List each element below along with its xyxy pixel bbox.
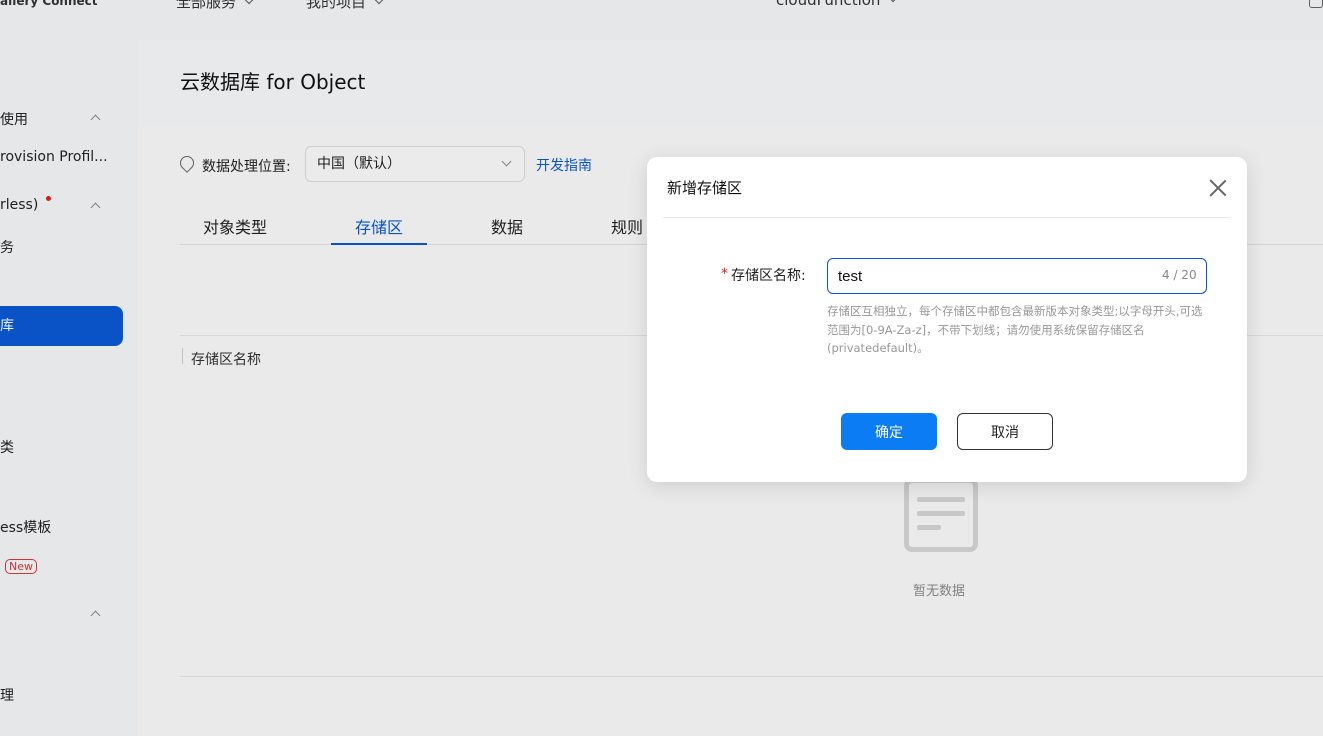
dialog-title: 新增存储区: [667, 179, 743, 197]
zone-name-label: 存储区名称:: [731, 268, 806, 284]
zone-name-hint: 存储区互相独立，每个存储区中都包含最新版本对象类型;以字母开头,可选范围为[0-…: [827, 304, 1203, 355]
char-counter: 4 / 20: [1162, 268, 1197, 282]
cancel-button[interactable]: 取消: [957, 413, 1053, 450]
close-icon[interactable]: [1209, 179, 1227, 197]
confirm-button[interactable]: 确定: [841, 413, 937, 450]
required-mark: *: [721, 266, 728, 282]
add-storage-zone-dialog: 新增存储区 * 存储区名称: 4 / 20 存储区互相独立，每个存储区中都包含最…: [647, 157, 1247, 482]
zone-name-input[interactable]: [827, 258, 1207, 294]
dialog-divider: [663, 217, 1231, 218]
